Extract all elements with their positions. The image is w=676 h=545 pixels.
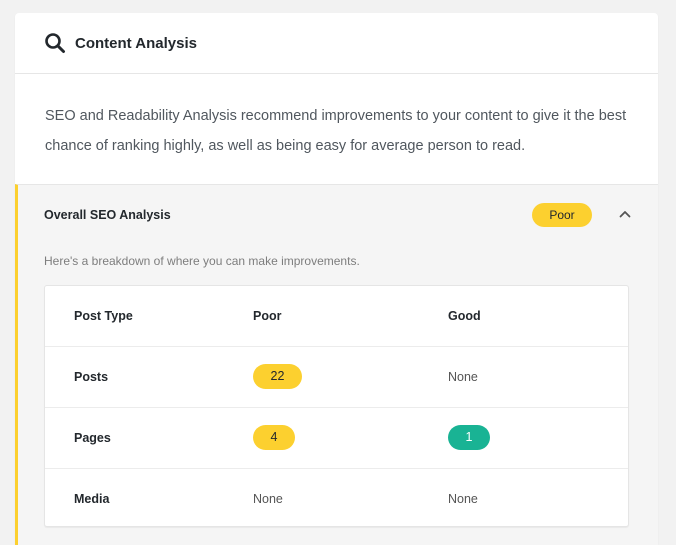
seo-analysis-title: Overall SEO Analysis: [44, 208, 171, 222]
seo-analysis-section: Overall SEO Analysis Poor Here's a break…: [15, 184, 658, 545]
good-count-text: None: [448, 492, 478, 506]
search-icon: [44, 32, 66, 54]
column-header-poor: Poor: [253, 309, 282, 323]
row-post-type: Media: [74, 492, 110, 506]
poor-count-text: None: [253, 492, 283, 506]
breakdown-table: Post Type Poor Good Posts 22 None Pages …: [44, 285, 629, 527]
page-title: Content Analysis: [75, 34, 197, 52]
table-row: Posts 22 None: [45, 347, 628, 408]
status-badge: Poor: [532, 203, 592, 227]
seo-analysis-header[interactable]: Overall SEO Analysis Poor: [44, 203, 632, 227]
good-count-text: None: [448, 370, 478, 384]
row-post-type: Pages: [74, 431, 111, 445]
good-count-badge[interactable]: 1: [448, 425, 490, 450]
column-header-post-type: Post Type: [74, 309, 133, 323]
table-header-row: Post Type Poor Good: [45, 286, 628, 347]
row-post-type: Posts: [74, 370, 109, 384]
content-analysis-card: Content Analysis SEO and Readability Ana…: [15, 13, 658, 545]
poor-count-badge[interactable]: 22: [253, 364, 302, 389]
intro-text: SEO and Readability Analysis recommend i…: [45, 108, 627, 154]
table-row: Pages 4 1: [45, 408, 628, 469]
poor-count-badge[interactable]: 4: [253, 425, 295, 450]
seo-analysis-description: Here's a breakdown of where you can make…: [44, 254, 360, 268]
column-header-good: Good: [448, 309, 481, 323]
card-header: Content Analysis: [15, 13, 658, 74]
table-row: Media None None: [45, 469, 628, 529]
chevron-up-icon[interactable]: [618, 207, 632, 221]
